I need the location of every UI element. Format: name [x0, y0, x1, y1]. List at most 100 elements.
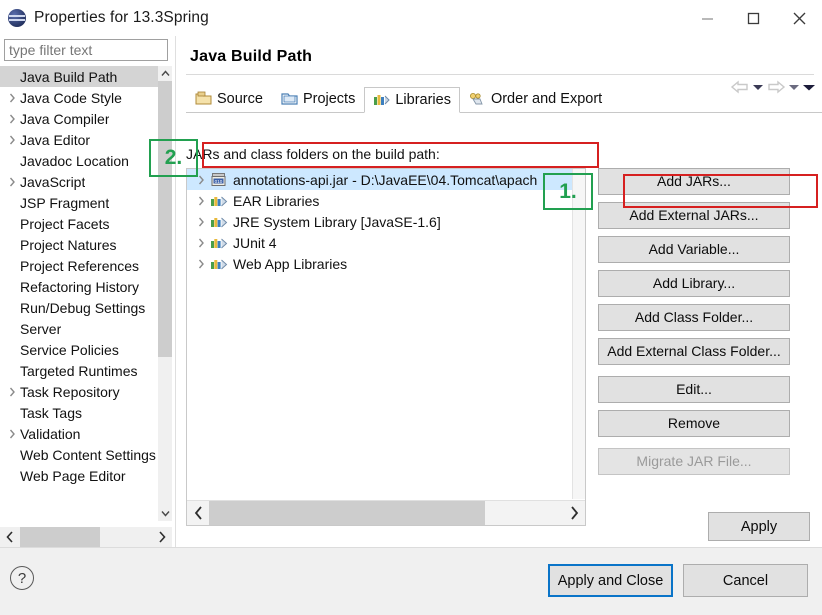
expand-chevron-icon[interactable] [4, 135, 20, 145]
dialog-footer: ? Apply and Close Cancel [0, 547, 822, 615]
jar-entry-label: JRE System Library [JavaSE-1.6] [233, 213, 441, 230]
sidebar-item-web-page-editor[interactable]: Web Page Editor [0, 465, 158, 486]
libraries-icon [373, 92, 391, 107]
tab-label: Libraries [395, 91, 451, 108]
sidebar-item-project-natures[interactable]: Project Natures [0, 234, 158, 255]
expand-chevron-icon[interactable] [4, 387, 20, 397]
sidebar-item-label: JavaScript [20, 173, 86, 190]
expand-chevron-icon[interactable] [4, 93, 20, 103]
sidebar-item-web-content-settings[interactable]: Web Content Settings [0, 444, 158, 465]
filter-input-box[interactable]: type filter text [4, 39, 168, 61]
eclipse-globe-icon [8, 9, 26, 27]
sidebar-item-server[interactable]: Server [0, 318, 158, 339]
sidebar-item-run-debug-settings[interactable]: Run/Debug Settings [0, 297, 158, 318]
sidebar-item-validation[interactable]: Validation [0, 423, 158, 444]
sidebar-item-label: Java Editor [20, 131, 91, 148]
sidebar-vertical-scrollbar[interactable] [158, 66, 172, 521]
jar-hscroll-thumb[interactable] [209, 501, 485, 525]
order-export-icon [469, 91, 486, 106]
sidebar-hscroll-thumb[interactable] [20, 527, 100, 547]
sidebar-item-refactoring-history[interactable]: Refactoring History [0, 276, 158, 297]
add-variable-button[interactable]: Add Variable... [598, 236, 790, 263]
library-icon [210, 193, 228, 209]
sidebar-item-task-tags[interactable]: Task Tags [0, 402, 158, 423]
jar-horizontal-scrollbar[interactable] [187, 500, 585, 525]
window-titlebar: Properties for 13.3Spring [0, 0, 822, 36]
sidebar-item-label: Server [20, 320, 62, 337]
library-icon [210, 256, 228, 272]
library-icon [210, 214, 228, 230]
expand-chevron-icon[interactable] [4, 429, 20, 439]
sidebar-item-java-build-path[interactable]: Java Build Path [0, 66, 158, 87]
filter-placeholder: type filter text [9, 42, 93, 58]
sidebar-item-targeted-runtimes[interactable]: Targeted Runtimes [0, 360, 158, 381]
apply-button[interactable]: Apply [708, 512, 810, 541]
maximize-button[interactable] [730, 0, 776, 36]
sidebar-hscroll-track[interactable] [20, 527, 152, 547]
settings-category-pane: type filter text Java Build Path Java Cod… [0, 36, 172, 547]
sidebar-item-project-references[interactable]: Project References [0, 255, 158, 276]
help-icon[interactable]: ? [10, 566, 34, 590]
expand-chevron-icon[interactable] [193, 259, 210, 269]
tab-source[interactable]: Source [186, 86, 272, 112]
expand-chevron-icon[interactable] [193, 217, 210, 227]
jar-entry-label: JUnit 4 [233, 234, 277, 251]
add-class-folder-button[interactable]: Add Class Folder... [598, 304, 790, 331]
expand-chevron-icon[interactable] [4, 177, 20, 187]
sidebar-item-label: Java Code Style [20, 89, 122, 106]
sidebar-item-label: Web Page Editor [20, 467, 126, 484]
close-button[interactable] [776, 0, 822, 36]
sidebar-item-java-editor[interactable]: Java Editor [0, 129, 158, 150]
sidebar-item-javadoc-location[interactable]: Javadoc Location [0, 150, 158, 171]
build-path-tabs[interactable]: Source Projects Libraries Order and Export [186, 85, 822, 113]
jar-entry-row[interactable]: EAR Libraries [187, 190, 572, 211]
expand-chevron-icon[interactable] [193, 196, 210, 206]
sidebar-item-java-compiler[interactable]: Java Compiler [0, 108, 158, 129]
sidebar-scroll-thumb[interactable] [158, 81, 172, 357]
jar-hscroll-right-icon[interactable] [563, 501, 585, 525]
jar-entry-label: annotations-api.jar - D:\JavaEE\04.Tomca… [233, 171, 538, 188]
sidebar-hscroll-right-icon[interactable] [152, 527, 172, 547]
sidebar-item-service-policies[interactable]: Service Policies [0, 339, 158, 360]
remove-button[interactable]: Remove [598, 410, 790, 437]
expand-chevron-icon[interactable] [193, 175, 210, 185]
sidebar-hscroll-left-icon[interactable] [0, 527, 20, 547]
jar-entry-row[interactable]: Web App Libraries [187, 253, 572, 274]
tab-libraries[interactable]: Libraries [364, 87, 460, 113]
page-title: Java Build Path [190, 48, 313, 65]
minimize-button[interactable] [684, 0, 730, 36]
add-external-class-folder-button[interactable]: Add External Class Folder... [598, 338, 790, 365]
jar-vertical-scrollbar[interactable] [572, 169, 585, 499]
tab-order-and-export[interactable]: Order and Export [460, 86, 611, 112]
add-library-button[interactable]: Add Library... [598, 270, 790, 297]
expand-chevron-icon[interactable] [193, 238, 210, 248]
jar-entry-row[interactable]: JUnit 4 [187, 232, 572, 253]
jar-hscroll-track[interactable] [209, 501, 563, 525]
build-path-action-buttons[interactable]: Add JARs... Add External JARs... Add Varia… [598, 168, 790, 482]
expand-chevron-icon[interactable] [4, 114, 20, 124]
tab-projects[interactable]: Projects [272, 86, 364, 112]
add-jars-button[interactable]: Add JARs... [598, 168, 790, 195]
apply-and-close-button[interactable]: Apply and Close [548, 564, 673, 597]
cancel-button[interactable]: Cancel [683, 564, 808, 597]
jar-tree[interactable]: 010 annotations-api.jar - D:\JavaEE\04.To… [187, 169, 572, 499]
sidebar-item-java-code-style[interactable]: Java Code Style [0, 87, 158, 108]
edit-button[interactable]: Edit... [598, 376, 790, 403]
sidebar-item-javascript[interactable]: JavaScript [0, 171, 158, 192]
jar-entry-row[interactable]: JRE System Library [JavaSE-1.6] [187, 211, 572, 232]
sidebar-item-label: Targeted Runtimes [20, 362, 138, 379]
sidebar-scroll-up-icon[interactable] [158, 66, 172, 81]
jar-entry-row[interactable]: 010 annotations-api.jar - D:\JavaEE\04.To… [187, 169, 572, 190]
category-tree[interactable]: Java Build Path Java Code Style Java Compi… [0, 66, 158, 521]
sidebar-item-project-facets[interactable]: Project Facets [0, 213, 158, 234]
tab-label: Projects [302, 90, 356, 107]
sidebar-horizontal-scrollbar[interactable] [0, 527, 172, 547]
sidebar-item-label: Project References [20, 257, 140, 274]
sidebar-item-label: Run/Debug Settings [20, 299, 146, 316]
sidebar-item-task-repository[interactable]: Task Repository [0, 381, 158, 402]
add-external-jars-button[interactable]: Add External JARs... [598, 202, 790, 229]
sidebar-item-label: Validation [20, 425, 81, 442]
jar-hscroll-left-icon[interactable] [187, 501, 209, 525]
sidebar-scroll-down-icon[interactable] [158, 506, 172, 521]
sidebar-item-jsp-fragment[interactable]: JSP Fragment [0, 192, 158, 213]
